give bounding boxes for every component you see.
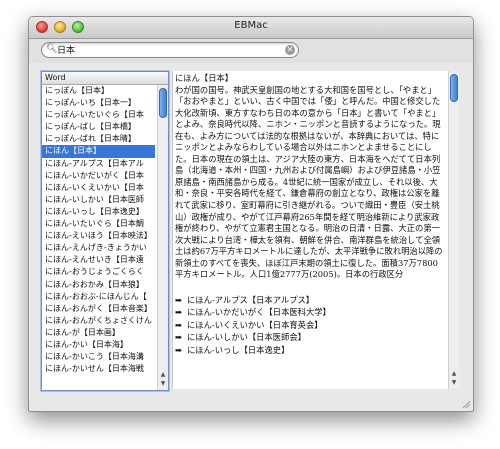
list-item[interactable]: にほん‐えんげき‐きょうかい [42, 242, 155, 254]
list-item[interactable]: にほん‐おんがくちょさくけん [42, 315, 155, 327]
resize-grip-icon[interactable] [461, 399, 471, 409]
arrow-right-icon: ➡ [175, 332, 182, 343]
scroll-up-arrow-icon[interactable]: ▲ [450, 370, 458, 377]
window-title: EBMac [234, 20, 268, 31]
word-list: Word にっぽん【日本】 にっぽん‐いち【日本一】 にっぽん‐いたいぐら【日本 にっ… [41, 71, 169, 391]
list-item[interactable]: にっぽん‐いち【日本一】 [42, 97, 155, 109]
app-window: EBMac 🔍︎ ✕ Word にっぽん【日本】にっぽん‐いち【日本一】にっぽん… [28, 16, 474, 412]
word-list-header[interactable]: Word [42, 72, 168, 85]
list-item[interactable]: にっぽん‐いたいぐら【日本 [42, 109, 155, 121]
list-item[interactable]: にほん‐アルプス【日本アル [42, 158, 155, 170]
list-item[interactable]: にほん‐えいほう【日本映法】 [42, 230, 155, 242]
list-item[interactable]: にほん‐いくえいかい【日本 [42, 182, 155, 194]
arrow-right-icon: ➡ [175, 344, 182, 355]
related-link[interactable]: ➡ にほん‐いくえいかい【日本育英会】 [175, 320, 443, 333]
related-link[interactable]: ➡ にほん‐いかだいがく【日本医科大学】 [175, 307, 443, 320]
definition-body: にほん【日本】 わが国の国号。神武天皇創国の地とする大和国を国号とし、「やまと」… [175, 73, 443, 357]
list-item[interactable]: にっぽん【日本】 [42, 85, 155, 97]
definition-pane: にほん【日本】 わが国の国号。神武天皇創国の地とする大和国を国号とし、「やまと」… [172, 71, 459, 389]
list-item[interactable]: にっぽん‐ばれ【日本晴】 [42, 133, 155, 145]
title-bar[interactable]: EBMac [29, 17, 473, 39]
related-link[interactable]: ➡ にほん‐いっし【日本逸史】 [175, 345, 443, 358]
word-list-scrollbar[interactable]: ▲ ▼ [157, 85, 168, 390]
definition-heading: にほん【日本】 [175, 73, 234, 83]
related-link-label: にほん‐いっし【日本逸史】 [187, 344, 290, 355]
list-item[interactable]: にほん‐おおぶ‐にほんじん【 [42, 291, 155, 303]
word-list-rows: にっぽん【日本】 にっぽん‐いち【日本一】 にっぽん‐いたいぐら【日本 にっぽん‐ばし… [42, 85, 168, 375]
arrow-right-icon: ➡ [175, 294, 182, 305]
arrow-right-icon: ➡ [175, 319, 182, 330]
definition-scrollbar[interactable]: ▲ ▼ [448, 71, 459, 389]
related-link-label: にほん‐いかだいがく【日本医科大学】 [187, 307, 331, 318]
arrow-right-icon: ➡ [175, 307, 182, 318]
list-item[interactable]: にほん‐かいせん【日本海戦 [42, 363, 155, 375]
related-link-label: にほん‐いくえいかい【日本育英会】 [187, 319, 323, 330]
scroll-down-arrow-icon[interactable]: ▼ [159, 380, 167, 387]
related-link-label: にほん‐いしかい【日本医師会】 [187, 332, 306, 343]
list-item[interactable]: にほん‐おおかみ【日本狼】 [42, 279, 155, 291]
list-item[interactable]: にほん‐いっし【日本逸史】 [42, 206, 155, 218]
scroll-up-arrow-icon[interactable]: ▲ [159, 371, 167, 378]
search-input[interactable] [57, 43, 277, 56]
scroll-down-arrow-icon[interactable]: ▼ [450, 379, 458, 386]
list-item[interactable]: にほん‐おうじょうごくらく [42, 266, 155, 278]
list-item[interactable]: にほん‐いたいぐら【日本鯛 [42, 218, 155, 230]
related-link[interactable]: ➡ にほん‐アルプス【日本アルプス】 [175, 295, 443, 308]
list-item[interactable]: にほん‐いかだいがく【日本 [42, 170, 155, 182]
related-link[interactable]: ➡ にほん‐いしかい【日本医師会】 [175, 332, 443, 345]
clear-search-icon[interactable]: ✕ [285, 45, 295, 55]
related-links: ➡ にほん‐アルプス【日本アルプス】 ➡ にほん‐いかだいがく【日本医科大学】 ➡ にほん… [175, 295, 443, 358]
related-link-label: にほん‐アルプス【日本アルプス】 [187, 294, 315, 305]
search-field[interactable]: 🔍︎ ✕ [41, 42, 299, 58]
search-icon: 🔍︎ [46, 44, 58, 54]
list-item[interactable]: にほん‐いしかい【日本医師 [42, 194, 155, 206]
word-list-scroll-thumb[interactable] [159, 88, 167, 118]
list-item[interactable]: にほん‐かいこう【日本海溝 [42, 351, 155, 363]
list-item[interactable]: にほん‐えんせいき【日本遠 [42, 254, 155, 266]
list-item[interactable]: にほん【日本】 [42, 145, 155, 158]
list-item[interactable]: にっぽん‐ばし【日本橋】 [42, 121, 155, 133]
list-item[interactable]: にほん‐かい【日本海】 [42, 339, 155, 351]
list-item[interactable]: にほん‐が【日本画】 [42, 327, 155, 339]
list-item[interactable]: にほん‐おんがく【日本音楽】 [42, 303, 155, 315]
definition-scroll-thumb[interactable] [450, 74, 458, 102]
definition-paragraph: わが国の国号。神武天皇創国の地とする大和国を国号とし、「やまと」「おおやまと」と… [175, 84, 443, 280]
toolbar: 🔍︎ ✕ [29, 39, 473, 63]
